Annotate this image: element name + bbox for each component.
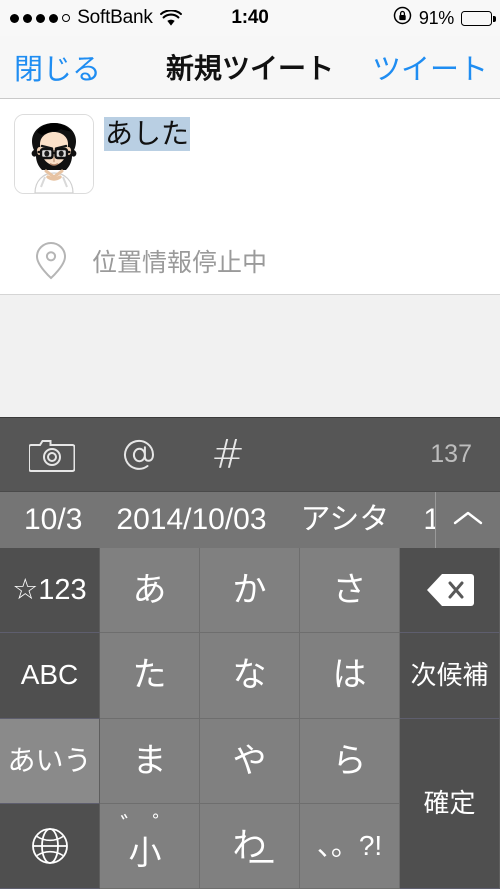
key-ma[interactable]: ま (100, 718, 200, 804)
key-abc-label: ABC (20, 659, 79, 691)
compose-area[interactable]: あした (0, 99, 500, 227)
keyboard-right-column: 確定 (400, 718, 500, 889)
key-ta-label: た (132, 656, 167, 695)
phone-screen: SoftBank 1:40 91% 閉じる 新規ツイート ツイート あした 位置… (0, 0, 500, 889)
keyboard-row: ABC た な は 次候補 (0, 633, 500, 719)
compose-blank-panel (0, 295, 500, 417)
key-ta[interactable]: た (100, 633, 200, 719)
hashtag-icon[interactable]: # (198, 425, 258, 485)
key-ra[interactable]: ら (300, 718, 400, 804)
avatar (14, 114, 94, 194)
key-a-label: あ (132, 571, 167, 610)
key-wa-label: わ ー (233, 829, 277, 879)
key-ra-label: ら (332, 741, 367, 780)
chevron-up-icon (451, 508, 485, 533)
compose-toolbar: # 137 (0, 417, 500, 491)
handakuten-glyph: ゜ (152, 811, 175, 837)
key-confirm[interactable]: 確定 (400, 718, 500, 889)
location-status-label: 位置情報停止中 (92, 248, 268, 277)
map-pin-icon (34, 241, 68, 281)
key-ya[interactable]: や (200, 718, 300, 804)
rotation-lock-icon (393, 6, 412, 30)
key-backspace[interactable] (400, 548, 500, 634)
prediction-candidate[interactable]: 2014/10/03 (116, 505, 266, 535)
japanese-kana-keyboard: ☆123 あ か さ ABC た な は 次候補 あいう ま や ら ゛ ゜ 小… (0, 548, 500, 889)
key-sa-label: さ (332, 571, 367, 610)
battery-icon (461, 10, 496, 26)
key-next-candidate-label: 次候補 (410, 660, 489, 691)
key-symbols-label: ☆123 (12, 573, 87, 606)
keyboard-bottom-block: あいう ま や ら ゛ ゜ 小 わ ー 、。?! 確定 (0, 718, 500, 889)
key-ma-label: ま (132, 741, 167, 780)
key-symbols[interactable]: ☆123 (0, 548, 100, 634)
key-confirm-label: 確定 (423, 788, 476, 819)
delete-icon (425, 572, 475, 608)
key-ka-label: か (232, 571, 267, 610)
key-kana-mode-label: あいう (7, 744, 92, 776)
at-icon[interactable] (110, 425, 170, 485)
prediction-candidates: 10/3 2014/10/03 アシタ 1 (0, 492, 435, 548)
small-kana-glyph: 小 (128, 833, 162, 871)
key-kana-mode[interactable]: あいう (0, 718, 100, 804)
prediction-candidate[interactable]: アシタ (301, 505, 390, 535)
prediction-candidate[interactable]: 1 (423, 505, 435, 535)
key-a[interactable]: あ (100, 548, 200, 634)
key-abc[interactable]: ABC (0, 633, 100, 719)
character-count: 137 (430, 440, 472, 468)
key-punctuation-label: 、。?! (316, 829, 383, 861)
prediction-candidate[interactable]: 10/3 (24, 505, 82, 535)
key-ha-label: は (332, 656, 367, 695)
prediction-bar: 10/3 2014/10/03 アシタ 1 (0, 491, 500, 548)
key-small-dakuten-label: ゛ ゜ 小 (115, 811, 185, 875)
key-sa[interactable]: さ (300, 548, 400, 634)
hashtag-glyph: # (211, 431, 245, 478)
key-ka[interactable]: か (200, 548, 300, 634)
key-na[interactable]: な (200, 633, 300, 719)
battery-percent-label: 91% (418, 7, 454, 28)
keyboard-row: ゛ ゜ 小 わ ー 、。?! (0, 803, 400, 889)
tweet-text-field[interactable]: あした (104, 117, 486, 151)
marked-composition-text: あした (104, 117, 191, 151)
keyboard-row: あいう ま や ら (0, 718, 400, 804)
globe-icon (30, 826, 70, 866)
navigation-bar: 閉じる 新規ツイート ツイート (0, 36, 500, 99)
prediction-expand-button[interactable] (435, 492, 500, 548)
location-row[interactable]: 位置情報停止中 (0, 227, 500, 295)
key-globe[interactable] (0, 803, 100, 889)
key-na-label: な (232, 656, 267, 695)
key-ha[interactable]: は (300, 633, 400, 719)
key-next-candidate[interactable]: 次候補 (400, 633, 500, 719)
status-bar-right: 91% (393, 6, 496, 30)
key-small-dakuten[interactable]: ゛ ゜ 小 (100, 803, 200, 889)
camera-icon[interactable] (22, 425, 82, 485)
keyboard-row: ☆123 あ か さ (0, 548, 500, 634)
key-ya-label: や (232, 741, 267, 780)
key-wa-under-glyph: ー (246, 846, 277, 880)
key-punctuation[interactable]: 、。?! (300, 803, 400, 889)
tweet-button[interactable]: ツイート (372, 46, 488, 88)
status-bar: SoftBank 1:40 91% (0, 0, 500, 36)
key-wa[interactable]: わ ー (200, 803, 300, 889)
